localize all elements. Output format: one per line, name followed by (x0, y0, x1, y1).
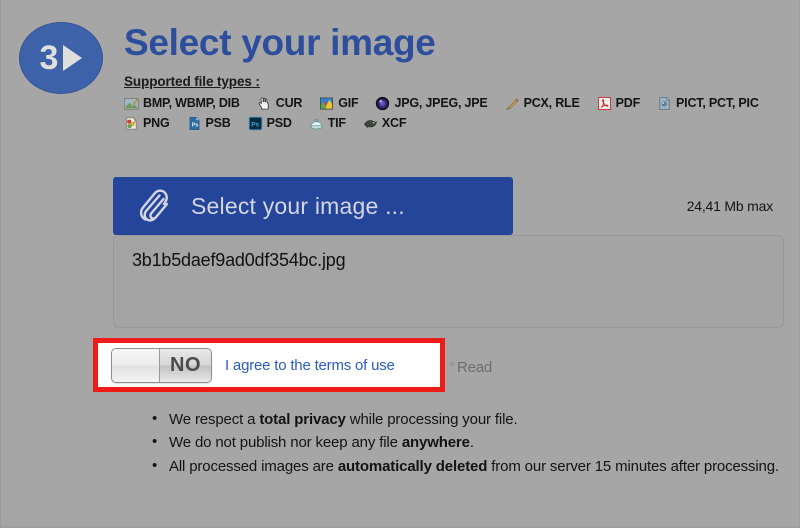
step-number: 3 (39, 39, 59, 77)
jpg-file-icon (376, 96, 390, 110)
pdf-file-icon (597, 96, 611, 110)
file-type-tif: TIF (309, 116, 346, 131)
max-file-size-label: 24,41 Mb max (686, 198, 774, 214)
file-type-gif: GIF (319, 96, 359, 111)
list-item: All processed images are automatically d… (152, 455, 794, 477)
toggle-state-label: NO (160, 348, 211, 382)
xcf-file-icon (363, 120, 377, 128)
file-types-row-2: PNG Ps PSB Ps PSD TIF XCF (124, 116, 759, 131)
svg-text:Ps: Ps (251, 122, 259, 129)
step-3-badge: 3 (19, 22, 103, 94)
gif-file-icon (320, 97, 334, 110)
selected-file-box[interactable]: 3b1b5daef9ad0df354bc.jpg (113, 235, 784, 328)
page-title: Select your image (124, 22, 436, 63)
file-type-label: PDF (615, 96, 641, 111)
tif-file-icon (310, 118, 323, 130)
file-type-label: PSD (266, 116, 292, 131)
play-arrow-icon (63, 45, 83, 71)
page-root: 3 Select your image Supported file types… (0, 0, 800, 528)
file-type-label: PSB (205, 116, 231, 131)
file-type-pict: PICT, PCT, PIC (657, 96, 759, 111)
file-type-bmp: BMP, WBMP, DIB (124, 96, 240, 111)
select-your-image-button[interactable]: Select your image ... (113, 177, 513, 235)
select-button-label: Select your image ... (191, 192, 405, 219)
png-file-icon (126, 117, 137, 130)
read-terms-link[interactable]: Read (457, 359, 492, 376)
agree-terms-row: NO I agree to the terms of use (98, 343, 440, 387)
file-type-label: GIF (338, 96, 359, 111)
file-type-label: PCX, RLE (523, 96, 580, 111)
file-type-label: PICT, PCT, PIC (676, 96, 759, 111)
file-types-row-1: BMP, WBMP, DIB CUR GIF JPG, JPEG, JPE PC… (124, 96, 759, 111)
file-type-pcx: PCX, RLE (505, 96, 580, 111)
note-text-bold: total privacy (259, 411, 346, 428)
toggle-knob[interactable] (112, 348, 160, 382)
file-type-label: XCF (381, 116, 407, 131)
supported-file-types-section: Supported file types : BMP, WBMP, DIB CU… (124, 73, 759, 131)
selected-file-name: 3b1b5daef9ad0df354bc.jpg (132, 250, 346, 270)
supported-file-types-label: Supported file types : (124, 73, 260, 89)
note-text-pre: We respect a (169, 411, 260, 428)
list-item: We respect a total privacy while process… (152, 408, 794, 430)
file-type-png: PNG (124, 116, 170, 131)
bmp-file-icon (124, 98, 139, 110)
privacy-notes-list: We respect a total privacy while process… (147, 408, 794, 479)
note-text-pre: We do not publish nor keep any file (169, 434, 402, 452)
file-type-label: PNG (143, 116, 170, 131)
file-type-label: BMP, WBMP, DIB (143, 96, 240, 111)
read-separator: » (449, 358, 456, 370)
file-type-xcf: XCF (363, 116, 406, 131)
file-type-jpg: JPG, JPEG, JPE (375, 96, 488, 111)
terms-of-use-link[interactable]: I agree to the terms of use (225, 357, 395, 374)
file-type-label: JPG, JPEG, JPE (394, 96, 488, 111)
psd-file-icon: Ps (248, 116, 262, 130)
cur-cursor-icon (258, 97, 269, 110)
agree-terms-toggle[interactable]: NO (111, 347, 212, 383)
pcx-file-icon (505, 98, 519, 110)
svg-text:Ps: Ps (191, 122, 198, 128)
file-type-psb: Ps PSB (187, 116, 231, 131)
note-text-post: while processing your file. (345, 411, 518, 428)
note-text-bold: automatically deleted (337, 457, 488, 475)
list-item: We do not publish nor keep any file anyw… (152, 431, 794, 453)
note-text-pre: All processed images are (169, 457, 338, 475)
page-header: 3 Select your image Supported file types… (19, 22, 759, 131)
note-text-bold: anywhere (401, 434, 470, 452)
file-type-psd: Ps PSD (248, 116, 292, 131)
psb-file-icon: Ps (189, 116, 199, 130)
header-text-block: Select your image Supported file types :… (124, 22, 759, 131)
file-type-label: CUR (275, 96, 303, 111)
note-text-post: from our server 15 minutes after process… (487, 457, 779, 475)
file-type-label: TIF (327, 116, 346, 131)
note-text-post: . (469, 434, 474, 452)
pict-file-icon (659, 96, 671, 110)
file-type-cur: CUR (257, 96, 302, 111)
agree-terms-highlight: NO I agree to the terms of use (93, 338, 445, 392)
select-image-row: Select your image ... 24,41 Mb max (113, 177, 785, 235)
file-type-pdf: PDF (597, 96, 640, 111)
paperclip-icon (139, 189, 169, 222)
